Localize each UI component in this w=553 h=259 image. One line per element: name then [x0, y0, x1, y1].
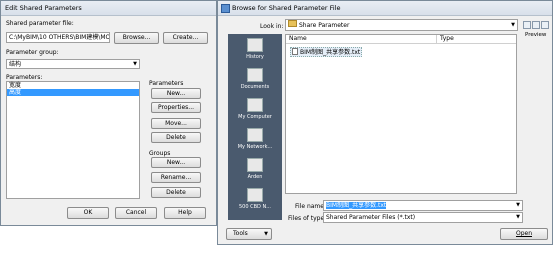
help-button[interactable]: Help: [164, 207, 206, 219]
folder-icon: [247, 188, 263, 202]
documents-icon: [247, 68, 263, 82]
browse-button[interactable]: Browse...: [114, 32, 159, 44]
text-file-icon: [292, 48, 298, 55]
file-name-input[interactable]: BIM制图_共享参数.txt ▼: [323, 200, 523, 211]
browse-dialog-titlebar: Browse for Shared Parameter File: [218, 1, 552, 16]
file-list[interactable]: Name Type BIM制图_共享参数.txt: [285, 34, 517, 194]
look-in-label: Look in:: [260, 23, 284, 30]
places-500-cbd[interactable]: 500 CBD N...: [233, 188, 277, 210]
new-parameter-button[interactable]: New...: [151, 88, 201, 99]
places-arden[interactable]: Arden: [233, 158, 277, 180]
shared-file-path-field[interactable]: C:\MyBIM\10 OTHERS\BIM建模\MODEL\: [6, 32, 110, 43]
folder-icon: [247, 158, 263, 172]
up-folder-icon[interactable]: [532, 21, 540, 29]
tools-button[interactable]: Tools ▼: [226, 228, 272, 240]
cancel-button[interactable]: Cancel: [115, 207, 157, 219]
chevron-down-icon: ▼: [516, 202, 520, 208]
computer-icon: [247, 98, 263, 112]
file-name-label: File name:: [295, 203, 326, 210]
groups-section-label: Groups: [149, 150, 171, 157]
look-in-select[interactable]: Share Parameter ▼: [285, 19, 518, 31]
open-button[interactable]: Open: [500, 228, 548, 240]
app-icon: [221, 4, 230, 13]
delete-parameter-button[interactable]: Delete: [151, 132, 201, 143]
file-list-header: Name Type: [286, 35, 516, 44]
parameter-group-value: 结构: [9, 61, 22, 68]
shared-file-label: Shared parameter file:: [6, 20, 74, 27]
parameter-item[interactable]: 宽度: [7, 82, 139, 89]
places-documents[interactable]: Documents: [233, 68, 277, 90]
network-icon: [247, 128, 263, 142]
parameters-list[interactable]: 宽度 高度: [6, 81, 140, 199]
ok-button[interactable]: OK: [67, 207, 109, 219]
places-bar: History Documents My Computer My Network…: [228, 34, 282, 220]
column-type[interactable]: Type: [440, 35, 454, 42]
chevron-down-icon: ▼: [516, 214, 520, 220]
delete-group-button[interactable]: Delete: [151, 187, 201, 198]
browse-shared-parameter-file-dialog: Browse for Shared Parameter File Look in…: [217, 0, 553, 245]
new-folder-icon[interactable]: [541, 21, 549, 29]
folder-icon: [288, 20, 297, 27]
parameter-group-label: Parameter group:: [6, 49, 59, 56]
column-divider: [436, 35, 437, 43]
preview-label: Preview: [525, 32, 547, 38]
chevron-down-icon: ▼: [133, 61, 137, 67]
rename-group-button[interactable]: Rename...: [151, 172, 201, 183]
parameters-section-label: Parameters: [149, 80, 184, 87]
places-my-computer[interactable]: My Computer: [233, 98, 277, 120]
file-type-value: Shared Parameter Files (*.txt): [326, 214, 416, 221]
edit-dialog-titlebar: Edit Shared Parameters: [1, 1, 216, 16]
look-in-value: Share Parameter: [299, 22, 350, 29]
file-type-label: Files of type:: [288, 215, 327, 222]
chevron-down-icon: ▼: [264, 231, 268, 237]
parameter-group-select[interactable]: 结构 ▼: [6, 59, 140, 69]
parameters-label: Parameters:: [6, 74, 43, 81]
move-button[interactable]: Move...: [151, 118, 201, 129]
file-item[interactable]: BIM制图_共享参数.txt: [290, 47, 362, 57]
new-group-button[interactable]: New...: [151, 157, 201, 168]
places-history[interactable]: History: [233, 38, 277, 60]
parameter-item-selected[interactable]: 高度: [7, 89, 139, 96]
places-my-network[interactable]: My Network...: [233, 128, 277, 150]
back-icon[interactable]: [523, 21, 531, 29]
file-type-select[interactable]: Shared Parameter Files (*.txt) ▼: [323, 212, 523, 223]
create-button[interactable]: Create...: [163, 32, 208, 44]
column-name[interactable]: Name: [289, 35, 307, 42]
file-name-value: BIM制图_共享参数.txt: [326, 202, 387, 209]
edit-shared-parameters-dialog: Edit Shared Parameters Shared parameter …: [0, 0, 217, 226]
chevron-down-icon: ▼: [511, 22, 515, 28]
properties-button[interactable]: Properties...: [151, 102, 201, 113]
history-icon: [247, 38, 263, 52]
tools-label: Tools: [233, 230, 248, 237]
